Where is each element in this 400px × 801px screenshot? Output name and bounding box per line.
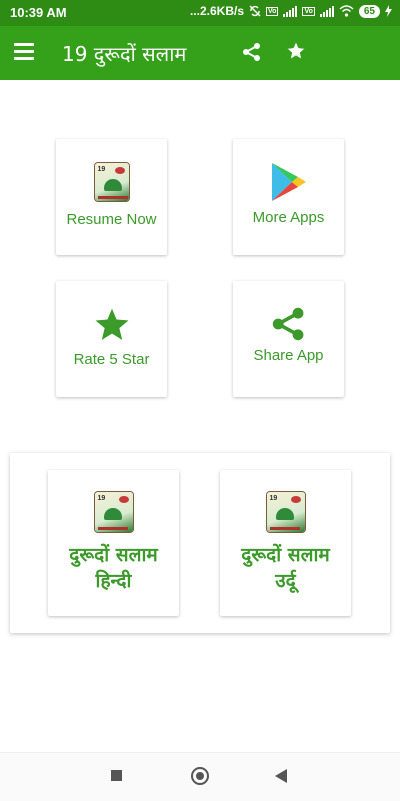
system-nav-bar [0,752,400,801]
network-speed: ...2.6KB/s [189,4,244,18]
charging-icon [385,5,392,17]
share-app-label: Share App [253,347,324,364]
back-icon[interactable] [275,769,287,783]
play-store-icon [271,163,306,201]
urdu-card[interactable]: 19 दुरूदों सलाम उर्दू [220,470,351,616]
status-time: 10:39 AM [10,5,67,20]
signal-icon [283,5,298,17]
share-icon[interactable] [242,42,262,62]
resume-now-card[interactable]: 19 Resume Now [56,139,167,255]
star-icon [95,308,128,340]
urdu-label-line2: उर्दू [275,570,296,592]
lte-icon: Vo [266,6,279,16]
star-icon[interactable] [286,41,306,61]
hindi-label-line2: हिन्दी [95,570,132,592]
app-logo-icon: 19 [94,163,129,201]
status-bar: 10:39 AM ...2.6KB/s Vo Vo 65 [0,0,400,26]
more-apps-label: More Apps [252,209,325,226]
hindi-card[interactable]: 19 दुरूदों सलाम हिन्दी [48,470,179,616]
hindi-label-line1: दुरूदों सलाम [69,544,158,566]
app-logo-urdu-icon: 19 [266,492,305,532]
app-bar: 19 दुरूदों सलाम [0,26,400,80]
sync-off-icon [249,5,261,17]
wifi-icon [339,5,354,17]
share-icon [272,307,303,341]
battery-icon: 65 [358,4,380,18]
home-icon[interactable] [191,767,209,785]
language-panel: 19 दुरूदों सलाम हिन्दी 19 दुरूदों सलाम उ… [10,453,390,633]
resume-now-label: Resume Now [66,211,157,228]
signal-icon [319,5,334,17]
more-apps-card[interactable]: More Apps [233,139,344,255]
share-app-card[interactable]: Share App [233,281,344,397]
lte-icon: Vo [302,6,315,16]
urdu-label-line1: दुरूदों सलाम [241,544,330,566]
status-icons: ...2.6KB/s Vo Vo 65 [190,4,392,18]
menu-icon[interactable] [14,43,34,60]
rate-card[interactable]: Rate 5 Star [56,281,167,397]
app-title: 19 दुरूदों सलाम [62,42,187,66]
recents-icon[interactable] [111,770,122,781]
rate-label: Rate 5 Star [73,351,150,368]
app-logo-hindi-icon: 19 [94,492,133,532]
